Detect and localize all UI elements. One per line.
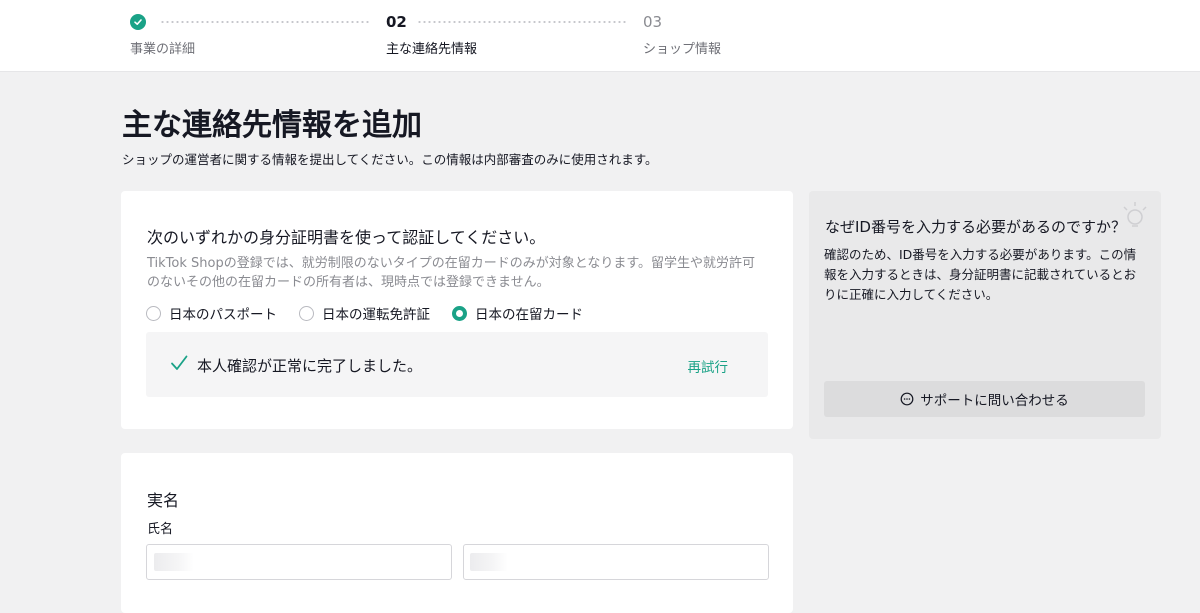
real-name-card: 実名 氏名: [121, 453, 793, 613]
redacted-value: [470, 553, 508, 571]
verification-status-text: 本人確認が正常に完了しました。: [197, 357, 423, 375]
stepper-bar: 事業の詳細 02 主な連絡先情報 03 ショップ情報: [0, 0, 1200, 72]
last-name-input[interactable]: [463, 544, 769, 580]
radio-button[interactable]: [146, 305, 161, 321]
full-name-label: 氏名: [147, 522, 174, 537]
radio-option-drivers-license[interactable]: 日本の運転免許証: [299, 303, 430, 323]
page-title: 主な連絡先情報を追加: [122, 108, 422, 143]
id-card-title: 次のいずれかの身分証明書を使って認証してください。: [147, 228, 546, 247]
contact-support-label: サポートに問い合わせる: [920, 393, 1069, 409]
radio-button-selected[interactable]: [452, 305, 467, 321]
step-connector: [160, 21, 370, 23]
id-card-description: TikTok Shopの登録では、就労制限のないタイプの在留カードのみが対象とな…: [147, 256, 756, 290]
step-connector: [417, 21, 627, 23]
radio-label: 日本のパスポート: [169, 307, 277, 323]
id-verification-card: 次のいずれかの身分証明書を使って認証してください。 TikTok Shopの登録…: [121, 191, 793, 429]
step-3-number: 03: [643, 13, 663, 31]
help-body: 確認のため、ID番号を入力する必要があります。この情報を入力するときは、身分証明…: [824, 247, 1137, 302]
step-2-number: 02: [386, 13, 407, 31]
check-circle-icon: [130, 14, 146, 30]
checkmark-icon: [171, 355, 188, 370]
step-1: 事業の詳細: [130, 12, 195, 57]
chat-bubble-icon: [900, 392, 914, 406]
contact-support-button[interactable]: サポートに問い合わせる: [824, 381, 1145, 417]
radio-option-passport[interactable]: 日本のパスポート: [146, 303, 277, 323]
retry-link[interactable]: 再試行: [688, 356, 729, 376]
radio-button[interactable]: [299, 305, 314, 321]
id-type-radio-group: 日本のパスポート 日本の運転免許証 日本の在留カード: [146, 303, 605, 323]
page-subtitle: ショップの運営者に関する情報を提出してください。この情報は内部審査のみに使用され…: [122, 152, 658, 167]
step-3-label: ショップ情報: [643, 42, 722, 57]
help-title: なぜID番号を入力する必要があるのですか？: [825, 218, 1126, 236]
real-name-title: 実名: [147, 491, 180, 510]
step-2-label: 主な連絡先情報: [386, 42, 478, 57]
step-1-label: 事業の詳細: [130, 42, 196, 57]
redacted-value: [154, 553, 194, 571]
help-side-card: なぜID番号を入力する必要があるのですか？ 確認のため、ID番号を入力する必要が…: [809, 191, 1161, 439]
step-2: 02 主な連絡先情報: [386, 12, 477, 57]
verification-status-box: 本人確認が正常に完了しました。 再試行: [146, 332, 768, 397]
radio-label: 日本の運転免許証: [322, 307, 430, 323]
radio-option-residence-card[interactable]: 日本の在留カード: [452, 303, 583, 323]
radio-label: 日本の在留カード: [475, 307, 583, 323]
step-3: 03 ショップ情報: [643, 12, 721, 57]
